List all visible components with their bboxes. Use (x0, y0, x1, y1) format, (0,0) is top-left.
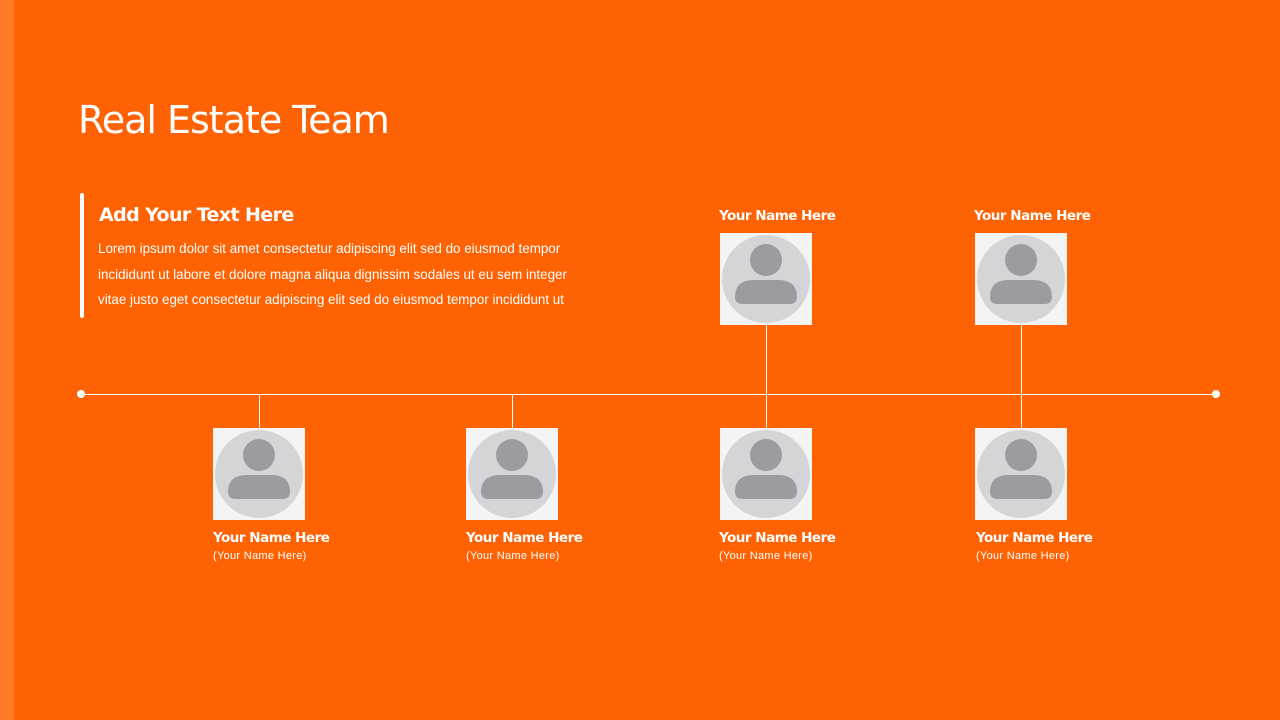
top-member-name: Your Name Here (974, 208, 1091, 224)
bottom-member-name: Your Name Here (976, 530, 1093, 546)
bottom-member-role: (Your Name Here) (466, 550, 560, 562)
person-icon (975, 428, 1067, 520)
slide-title: Real Estate Team (78, 98, 390, 142)
person-icon (975, 233, 1067, 325)
bottom-member-role: (Your Name Here) (719, 550, 813, 562)
bottom-member-role: (Your Name Here) (976, 550, 1070, 562)
text-block-heading: Add Your Text Here (99, 204, 294, 226)
body-line: vitae justo eget consectetur adipiscing … (98, 292, 564, 307)
body-line: Lorem ipsum dolor sit amet consectetur a… (98, 241, 561, 256)
bottom-member-name: Your Name Here (719, 530, 836, 546)
accent-bar (80, 193, 84, 318)
bottom-member-name: Your Name Here (213, 530, 330, 546)
connector-line (766, 325, 768, 428)
timeline-line (81, 393, 1216, 395)
person-icon (466, 428, 558, 520)
timeline-end-dot (1212, 390, 1220, 398)
body-line: incididunt ut labore et dolore magna ali… (98, 266, 567, 282)
connector-line (1021, 325, 1023, 428)
person-icon (213, 428, 305, 520)
bottom-member-role: (Your Name Here) (213, 550, 307, 562)
left-edge-strip (0, 0, 14, 720)
text-block-body: Lorem ipsum dolor sit amet consectetur a… (98, 236, 638, 313)
person-icon (720, 233, 812, 325)
top-member-name: Your Name Here (719, 208, 836, 224)
timeline-start-dot (77, 390, 85, 398)
person-icon (720, 428, 812, 520)
bottom-member-name: Your Name Here (466, 530, 583, 546)
connector-line (512, 394, 514, 428)
text-block: Add Your Text Here Lorem ipsum dolor sit… (80, 193, 640, 318)
connector-line (259, 394, 261, 428)
